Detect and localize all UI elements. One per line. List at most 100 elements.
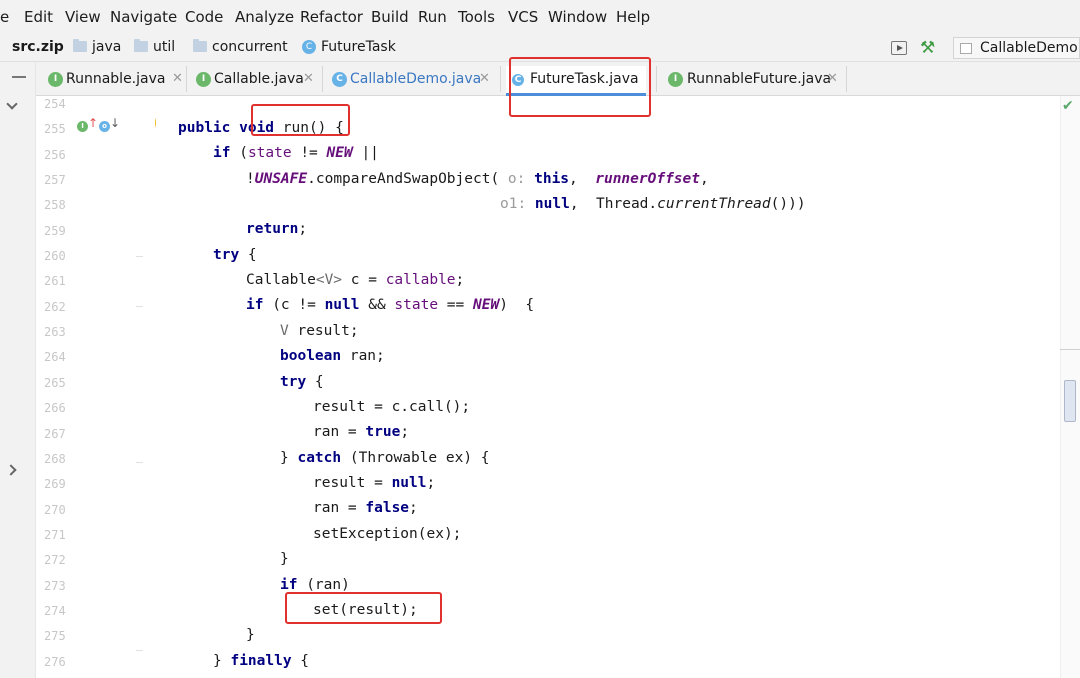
run-config-icon <box>960 43 972 54</box>
line-number: 257 <box>44 173 66 187</box>
menu-run[interactable]: Run <box>418 8 447 26</box>
tab-divider <box>322 66 323 92</box>
code-line-272: } <box>280 551 289 567</box>
run-config-label: CallableDemo <box>980 40 1078 56</box>
menu-vcs[interactable]: VCS <box>508 8 538 26</box>
code-line-269: result = null; <box>313 475 436 491</box>
code-line-264: boolean ran; <box>280 348 385 364</box>
tab-label: CallableDemo.java <box>350 71 482 87</box>
class-icon: C <box>332 72 347 87</box>
tab-label: RunnableFuture.java <box>687 71 832 87</box>
code-line-261: Callable<V> c = callable; <box>246 272 465 288</box>
menu-view[interactable]: View <box>65 8 101 26</box>
interface-icon: I <box>48 72 63 87</box>
interface-icon: I <box>196 72 211 87</box>
class-icon: C <box>302 40 316 54</box>
line-number: 262 <box>44 300 66 314</box>
run-configuration-selector[interactable]: CallableDemo <box>953 37 1080 59</box>
menu-navigate[interactable]: Navigate <box>110 8 177 26</box>
code-line-273: if (ran) <box>280 577 350 593</box>
scroll-marker <box>1060 349 1080 350</box>
code-line-266: result = c.call(); <box>313 399 471 415</box>
line-number: 272 <box>44 553 66 567</box>
tab-divider <box>500 66 501 92</box>
annotation-box-futuretask-tab <box>509 57 651 117</box>
breadcrumb-java[interactable]: java <box>92 39 121 55</box>
line-number: 264 <box>44 350 66 364</box>
line-number: 255 <box>44 122 66 136</box>
arrow-up-icon: ↑ <box>88 116 99 130</box>
chevron-down-icon[interactable] <box>6 98 18 110</box>
check-icon: ✔ <box>1062 98 1074 114</box>
menu-code[interactable]: Code <box>185 8 223 26</box>
code-line-257: !UNSAFE.compareAndSwapObject( o: this, r… <box>246 171 709 187</box>
tab-runnable[interactable]: I Runnable.java ✕ <box>44 66 186 96</box>
line-number: 270 <box>44 503 66 517</box>
line-number: 258 <box>44 198 66 212</box>
fold-marker[interactable] <box>136 462 143 463</box>
code-line-256: if (state != NEW || <box>213 145 379 161</box>
fold-marker[interactable] <box>136 650 143 651</box>
tab-label: Callable.java <box>214 71 304 87</box>
line-number: 271 <box>44 528 66 542</box>
hammer-icon[interactable]: ⚒ <box>920 38 935 58</box>
menu-bar: e Edit View Navigate Code Analyze Refact… <box>0 0 1080 36</box>
fold-marker[interactable] <box>136 306 143 307</box>
menu-tools[interactable]: Tools <box>458 8 495 26</box>
arrow-down-icon: ↓ <box>110 116 121 130</box>
implements-method-icon[interactable]: I <box>77 121 88 132</box>
menu-refactor[interactable]: Refactor <box>300 8 363 26</box>
line-number: 268 <box>44 452 66 466</box>
code-line-258: o1: null, Thread.currentThread())) <box>500 196 806 212</box>
menu-file[interactable]: e <box>0 8 9 26</box>
run-window-icon[interactable] <box>891 41 907 55</box>
menu-edit[interactable]: Edit <box>24 8 53 26</box>
line-number: 260 <box>44 249 66 263</box>
close-icon[interactable]: ✕ <box>172 71 183 86</box>
tab-divider <box>656 66 657 92</box>
code-line-270: ran = false; <box>313 500 418 516</box>
tool-window-strip <box>0 62 36 678</box>
tab-runnablefuture[interactable]: I RunnableFuture.java ✕ <box>662 66 846 96</box>
close-icon[interactable]: ✕ <box>303 71 314 86</box>
breadcrumb-concurrent[interactable]: concurrent <box>212 39 288 55</box>
line-number: 269 <box>44 477 66 491</box>
tab-callabledemo[interactable]: C CallableDemo.java ✕ <box>328 66 498 96</box>
tab-callable[interactable]: I Callable.java ✕ <box>192 66 320 96</box>
chevron-right-icon[interactable] <box>5 464 17 476</box>
breadcrumb-util[interactable]: util <box>153 39 175 55</box>
menu-window[interactable]: Window <box>548 8 607 26</box>
code-line-263: V result; <box>280 323 359 339</box>
code-line-276: } finally { <box>213 653 310 669</box>
menu-build[interactable]: Build <box>371 8 409 26</box>
menu-help[interactable]: Help <box>616 8 650 26</box>
code-line-267: ran = true; <box>313 424 410 440</box>
scrollbar-thumb[interactable] <box>1064 380 1076 422</box>
fold-marker[interactable] <box>136 256 143 257</box>
folder-icon <box>134 39 148 52</box>
line-number: 259 <box>44 224 66 238</box>
folder-icon <box>193 39 207 52</box>
line-number: 276 <box>44 655 66 669</box>
code-line-275: } <box>246 627 255 643</box>
line-number: 267 <box>44 427 66 441</box>
line-number: 263 <box>44 325 66 339</box>
close-icon[interactable]: ✕ <box>479 71 490 86</box>
annotation-box-set-result <box>285 592 442 624</box>
menu-analyze[interactable]: Analyze <box>235 8 294 26</box>
code-line-259: return; <box>246 221 308 237</box>
tab-label: Runnable.java <box>66 71 166 87</box>
minimize-icon[interactable] <box>12 76 26 78</box>
breadcrumb-futuretask[interactable]: FutureTask <box>321 39 396 55</box>
breadcrumb-src-zip[interactable]: src.zip <box>12 39 64 55</box>
line-number: 266 <box>44 401 66 415</box>
code-line-271: setException(ex); <box>313 526 462 542</box>
line-number: 261 <box>44 274 66 288</box>
tab-divider <box>186 66 187 92</box>
close-icon[interactable]: ✕ <box>827 71 838 86</box>
annotation-box-run-method <box>251 104 350 136</box>
code-line-260: try { <box>213 247 257 263</box>
interface-icon: I <box>668 72 683 87</box>
overridden-method-icon[interactable]: o <box>99 121 110 132</box>
line-number: 256 <box>44 148 66 162</box>
